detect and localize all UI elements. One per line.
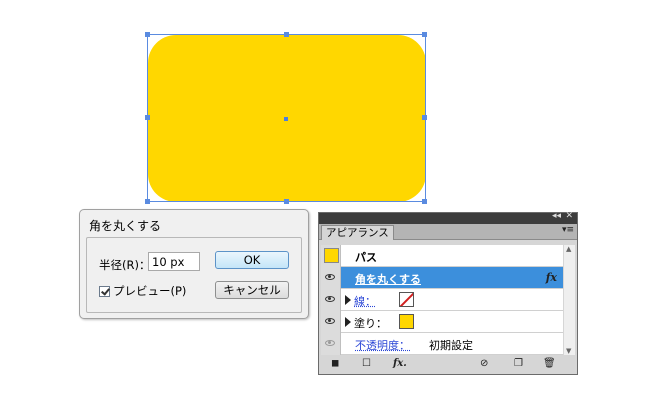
eye-icon bbox=[325, 274, 335, 280]
handle-top-right[interactable] bbox=[422, 32, 427, 37]
appearance-list: パス 角を丸くする fx 線： 塗り： 不透明度： 初期設定 bbox=[321, 245, 563, 355]
radius-input[interactable] bbox=[148, 252, 200, 271]
clear-appearance-icon[interactable]: ☐ bbox=[362, 358, 371, 369]
eye-icon bbox=[325, 318, 335, 324]
preview-checkbox[interactable] bbox=[99, 285, 110, 297]
double-chevron-icon[interactable]: ◂◂ bbox=[552, 211, 561, 221]
handle-middle-left[interactable] bbox=[145, 115, 150, 120]
stroke-none-swatch[interactable] bbox=[399, 292, 414, 307]
row-stroke[interactable]: 線： bbox=[321, 289, 563, 311]
panel-tab-bar: アピアランス ▾≡ bbox=[319, 224, 577, 240]
effect-link[interactable]: 角を丸くする bbox=[355, 271, 421, 287]
handle-top-center[interactable] bbox=[284, 32, 289, 37]
cancel-button[interactable]: キャンセル bbox=[215, 281, 289, 299]
eye-column bbox=[321, 245, 341, 267]
dialog-content: 半径(R)： OK プレビュー(P) キャンセル bbox=[86, 237, 302, 313]
tab-appearance[interactable]: アピアランス bbox=[321, 225, 394, 240]
opacity-value: 初期設定 bbox=[429, 339, 473, 352]
row-fill[interactable]: 塗り： bbox=[321, 311, 563, 333]
ok-button[interactable]: OK bbox=[215, 251, 289, 269]
radius-label: 半径(R)： bbox=[99, 258, 151, 272]
visibility-toggle[interactable] bbox=[321, 333, 341, 355]
handle-middle-right[interactable] bbox=[422, 115, 427, 120]
handle-bottom-center[interactable] bbox=[284, 199, 289, 204]
new-art-basic-icon[interactable]: ◼ bbox=[331, 358, 339, 369]
stroke-link[interactable]: 線： bbox=[354, 293, 376, 309]
preview-label: プレビュー(P) bbox=[113, 284, 187, 298]
fill-color-swatch[interactable] bbox=[399, 314, 414, 329]
fill-label: 塗り： bbox=[354, 317, 387, 330]
handle-bottom-right[interactable] bbox=[422, 199, 427, 204]
panel-bottom-toolbar: ◼ ☐ fx. ⊘ ❐ 🗑 bbox=[319, 356, 577, 374]
opacity-link[interactable]: 不透明度： bbox=[355, 337, 410, 353]
eye-icon bbox=[325, 340, 335, 346]
eye-icon bbox=[325, 296, 335, 302]
triangle-right-icon[interactable] bbox=[345, 295, 351, 305]
visibility-toggle[interactable] bbox=[321, 267, 341, 289]
visibility-toggle[interactable] bbox=[321, 311, 341, 333]
preview-checkbox-row[interactable]: プレビュー(P) bbox=[99, 283, 186, 299]
add-effect-icon[interactable]: fx. bbox=[393, 358, 407, 369]
handle-bottom-left[interactable] bbox=[145, 199, 150, 204]
duplicate-item-icon[interactable]: ❐ bbox=[514, 358, 523, 369]
triangle-right-icon[interactable] bbox=[345, 317, 351, 327]
artboard-canvas[interactable] bbox=[0, 0, 653, 210]
delete-item-icon[interactable]: 🗑 bbox=[543, 358, 556, 369]
appearance-panel: ◂◂ ✕ アピアランス ▾≡ パス 角を丸くする fx 線： 塗り： 不透明度：… bbox=[318, 211, 578, 375]
panel-title-bar[interactable]: ◂◂ ✕ bbox=[319, 211, 577, 224]
dialog-title: 角を丸くする bbox=[89, 219, 162, 233]
panel-scrollbar[interactable]: ▲ ▼ bbox=[564, 245, 575, 355]
panel-menu-icon[interactable]: ▾≡ bbox=[562, 225, 574, 235]
scroll-down-icon[interactable]: ▼ bbox=[566, 347, 571, 355]
round-corners-dialog: 角を丸くする 半径(R)： OK プレビュー(P) キャンセル bbox=[79, 209, 309, 319]
row-path[interactable]: パス bbox=[321, 245, 563, 267]
visibility-toggle[interactable] bbox=[321, 289, 341, 311]
close-icon[interactable]: ✕ bbox=[565, 211, 573, 221]
scroll-up-icon[interactable]: ▲ bbox=[566, 245, 571, 253]
path-label: パス bbox=[355, 251, 377, 264]
row-opacity[interactable]: 不透明度： 初期設定 bbox=[321, 333, 563, 355]
reduce-basic-icon[interactable]: ⊘ bbox=[480, 358, 488, 369]
path-thumbnail bbox=[324, 248, 339, 263]
center-point bbox=[284, 117, 288, 121]
handle-top-left[interactable] bbox=[145, 32, 150, 37]
fx-icon: fx bbox=[545, 271, 557, 284]
row-effect-round-corners[interactable]: 角を丸くする fx bbox=[321, 267, 563, 289]
